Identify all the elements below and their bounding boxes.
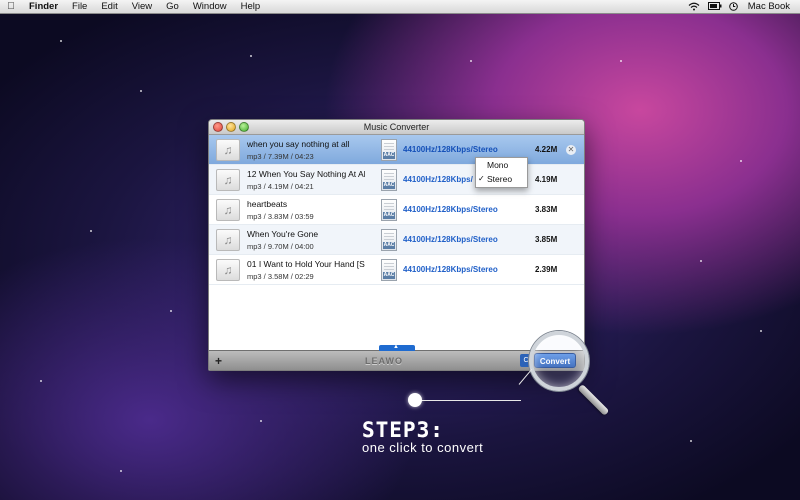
step-tagline: one click to convert: [362, 440, 484, 455]
output-size: 3.83M: [535, 205, 558, 214]
output-size: 4.22M: [535, 145, 558, 154]
music-note-icon: ♫: [216, 258, 240, 281]
menu-edit[interactable]: Edit: [94, 1, 124, 12]
file-meta: mp3 / 3.58M / 02:29: [247, 271, 314, 281]
apple-menu-icon[interactable]: : [0, 1, 22, 12]
output-size: 2.39M: [535, 265, 558, 274]
remove-file-icon[interactable]: ✕: [566, 145, 576, 155]
brand-logo: LEAWO: [365, 355, 403, 366]
file-name: 12 When You Say Nothing At Al: [247, 168, 365, 179]
close-window-button[interactable]: [213, 122, 223, 132]
music-note-icon: ♫: [216, 138, 240, 161]
magnifier-lens-icon: [529, 331, 589, 391]
step-heading: STEP3:: [362, 418, 444, 442]
file-row[interactable]: ♫ When You're Gone mp3 / 9.70M / 04:00 A…: [209, 225, 584, 255]
chevron-up-icon: ▲: [393, 344, 399, 350]
file-name: When You're Gone: [247, 228, 319, 239]
output-format-link[interactable]: 44100Hz/128Kbps/Stereo: [403, 145, 533, 154]
zoom-window-button[interactable]: [239, 122, 249, 132]
menu-go[interactable]: Go: [159, 1, 186, 12]
file-meta: mp3 / 9.70M / 04:00: [247, 241, 314, 251]
output-format-link[interactable]: 44100Hz/128Kbps/Stereo: [403, 265, 533, 274]
window-title: Music Converter: [363, 122, 430, 132]
callout-line: [518, 368, 533, 385]
aac-file-icon[interactable]: AAC: [381, 258, 397, 281]
output-size: 4.19M: [535, 175, 558, 184]
clock-icon[interactable]: [728, 2, 740, 11]
file-meta: mp3 / 7.39M / 04:23: [247, 151, 314, 161]
callout-dot: [408, 393, 422, 407]
file-name: 01 I Want to Hold Your Hand [S: [247, 258, 365, 269]
file-meta: mp3 / 4.19M / 04:21: [247, 181, 314, 191]
menu-bar:  Finder File Edit View Go Window Help M…: [0, 0, 800, 14]
menu-file[interactable]: File: [65, 1, 94, 12]
file-name: when you say nothing at all: [247, 138, 350, 149]
music-note-icon: ♫: [216, 198, 240, 221]
menu-option-stereo[interactable]: ✓ Stereo: [476, 172, 527, 186]
menu-view[interactable]: View: [125, 1, 159, 12]
magnifier-handle: [577, 384, 610, 416]
aac-file-icon[interactable]: AAC: [381, 168, 397, 191]
menu-option-mono[interactable]: Mono: [476, 158, 527, 172]
file-meta: mp3 / 3.83M / 03:59: [247, 211, 314, 221]
aac-file-icon[interactable]: AAC: [381, 228, 397, 251]
menu-app-finder[interactable]: Finder: [22, 1, 65, 12]
minimize-window-button[interactable]: [226, 122, 236, 132]
music-note-icon: ♫: [216, 168, 240, 191]
window-bottom-bar: + ▲ LEAWO C Convert: [209, 344, 584, 370]
output-format-link[interactable]: 44100Hz/128Kbps/Stereo: [403, 235, 533, 244]
menu-window[interactable]: Window: [186, 1, 234, 12]
menu-user-name[interactable]: Mac Book: [748, 1, 790, 12]
window-titlebar[interactable]: Music Converter: [209, 120, 584, 135]
file-row[interactable]: ♫ heartbeats mp3 / 3.83M / 03:59 AAC 441…: [209, 195, 584, 225]
aac-file-icon[interactable]: AAC: [381, 198, 397, 221]
file-row[interactable]: ♫ 01 I Want to Hold Your Hand [S mp3 / 3…: [209, 255, 584, 285]
output-format-link[interactable]: 44100Hz/128Kbps/Stereo: [403, 205, 533, 214]
battery-icon[interactable]: [707, 2, 722, 11]
add-file-button[interactable]: +: [215, 354, 222, 368]
checkmark-icon: ✓: [478, 174, 485, 183]
callout-line: [416, 400, 521, 401]
aac-file-icon[interactable]: AAC: [381, 138, 397, 161]
music-note-icon: ♫: [216, 228, 240, 251]
file-name: heartbeats: [247, 198, 288, 209]
channel-popup-menu: Mono ✓ Stereo: [475, 157, 528, 188]
wifi-icon[interactable]: [688, 2, 700, 11]
music-converter-window: Music Converter ♫ when you say nothing a…: [208, 119, 585, 371]
menu-help[interactable]: Help: [234, 1, 268, 12]
output-size: 3.85M: [535, 235, 558, 244]
